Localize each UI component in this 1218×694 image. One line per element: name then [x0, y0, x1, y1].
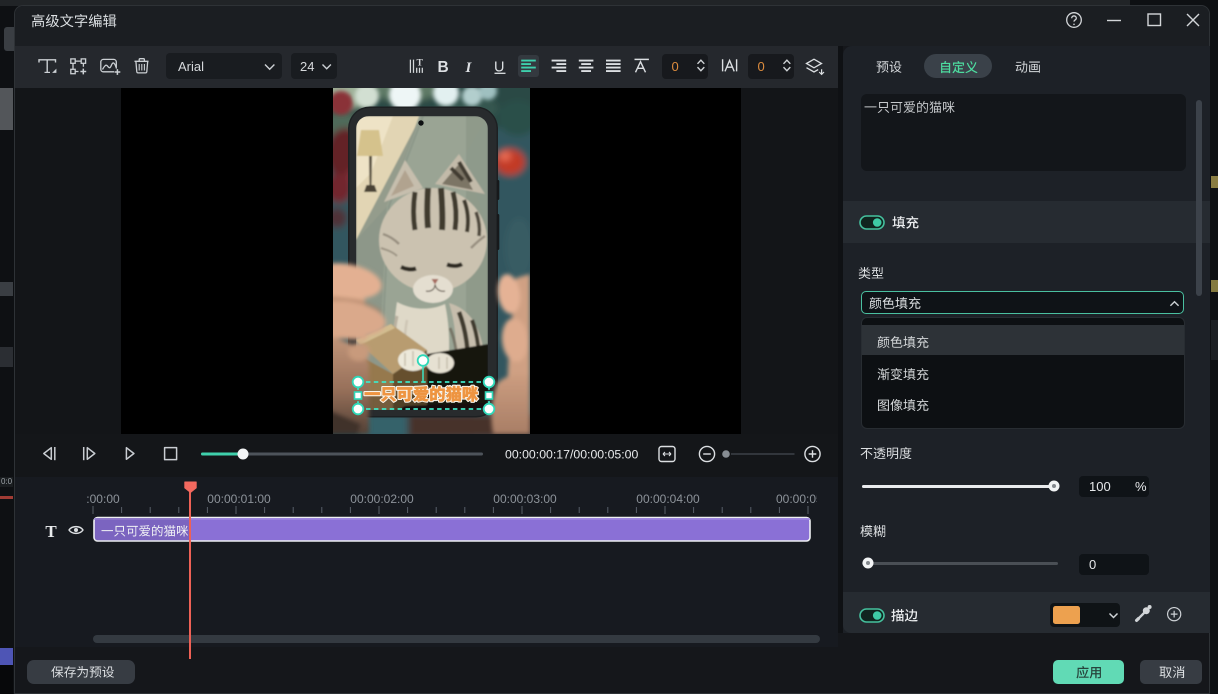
svg-text:00:00:02:00: 00:00:02:00	[350, 492, 414, 506]
svg-text:00:00:03:00: 00:00:03:00	[493, 492, 557, 506]
svg-text:T: T	[45, 522, 57, 541]
svg-text:00:00:01:00: 00:00:01:00	[207, 492, 271, 506]
svg-text:00:00:04:00: 00:00:04:00	[636, 492, 700, 506]
svg-text::00:00: :00:00	[86, 492, 120, 506]
svg-text:I: I	[465, 60, 473, 76]
svg-text:00:00:05:00: 00:00:05:00	[776, 492, 839, 506]
svg-text:00:00:00:17/00:00:05:00: 00:00:00:17/00:00:05:00	[505, 448, 638, 462]
svg-text:T: T	[417, 59, 424, 69]
svg-text:B: B	[438, 59, 449, 76]
